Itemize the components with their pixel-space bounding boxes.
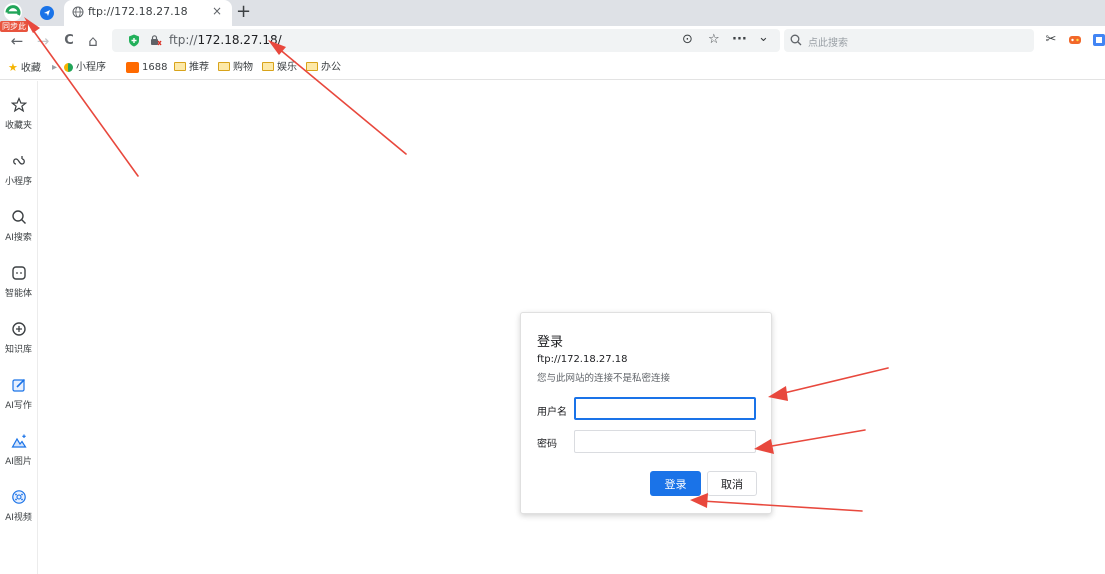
folder-icon xyxy=(262,61,274,71)
forward-button[interactable]: → xyxy=(34,32,52,50)
link-icon xyxy=(13,156,25,165)
bookmark-separator: ▸ xyxy=(52,62,58,73)
login-button[interactable]: 登录 xyxy=(650,471,701,496)
1688-icon xyxy=(126,61,139,73)
username-field[interactable] xyxy=(574,397,756,420)
tab-title: ftp://172.18.27.18 xyxy=(88,5,188,18)
tab-active[interactable]: ftp://172.18.27.18 × xyxy=(64,0,232,26)
folder-icon xyxy=(174,61,186,71)
tab-strip: 同步此 ftp://172.18.27.18 × + xyxy=(0,0,1105,32)
new-tab-button[interactable]: + xyxy=(236,2,251,22)
video-icon xyxy=(12,490,26,504)
game-extension-icon[interactable] xyxy=(1068,33,1082,47)
sidebar-item-label: AI搜索 xyxy=(5,233,32,243)
sidebar-item-label: 智能体 xyxy=(4,289,32,299)
sidebar-item-label: AI视频 xyxy=(5,513,32,523)
sidebar-item-knowledge[interactable]: 知识库 xyxy=(0,321,37,365)
sync-badge[interactable]: 同步此 xyxy=(0,21,28,32)
bookmark-star-icon[interactable]: ☆ xyxy=(708,32,720,48)
sidebar-item-favorites[interactable]: 收藏夹 xyxy=(0,97,37,141)
write-icon xyxy=(12,378,26,392)
search-placeholder: 点此搜索 xyxy=(808,38,848,49)
insecure-lock-icon[interactable] xyxy=(150,35,162,46)
sidebar-item-label: 收藏夹 xyxy=(4,121,32,131)
password-label: 密码 xyxy=(537,439,557,450)
chevron-down-icon[interactable]: ⌄ xyxy=(758,30,769,46)
address-bar[interactable]: ftp://172.18.27.18/ ⊙ ☆ ··· ⌄ xyxy=(112,29,780,52)
star-icon xyxy=(11,97,27,113)
bookmark-1688[interactable]: 1688 xyxy=(126,60,167,76)
bookmark-folder-office[interactable]: 办公 xyxy=(306,60,341,76)
sidebar-item-label: AI写作 xyxy=(5,401,32,411)
cancel-button[interactable]: 取消 xyxy=(707,471,757,496)
sidebar-item-label: AI图片 xyxy=(5,457,32,467)
sidebar-item-agent[interactable]: 智能体 xyxy=(0,265,37,309)
browser-logo-icon[interactable] xyxy=(3,2,23,22)
more-icon[interactable]: ··· xyxy=(732,32,747,48)
dialog-title: 登录 xyxy=(537,335,564,350)
pinned-tab-icon[interactable] xyxy=(40,6,54,20)
bookmark-folder-recommend[interactable]: 推荐 xyxy=(174,60,209,76)
reader-icon[interactable]: ⊙ xyxy=(682,32,693,48)
search-icon xyxy=(790,34,802,46)
search-box[interactable]: 点此搜索 xyxy=(784,29,1034,52)
shield-icon[interactable] xyxy=(128,34,140,47)
home-button[interactable]: ⌂ xyxy=(84,32,102,50)
sidebar-item-ai-video[interactable]: AI视频 xyxy=(0,489,37,533)
reload-button[interactable]: C xyxy=(60,32,78,50)
extension-icon[interactable] xyxy=(1092,33,1105,47)
folder-icon xyxy=(218,61,230,71)
toolbar: ← → C ⌂ ftp://172.18.27.18/ ⊙ ☆ ··· ⌄ 点此… xyxy=(0,26,1105,56)
sidebar-item-ai-write[interactable]: AI写作 xyxy=(0,377,37,421)
knowledge-icon xyxy=(12,322,26,336)
sidebar: 收藏夹 小程序 AI搜索 智能体 知识库 AI写作 AI图片 AI视频 xyxy=(0,81,38,574)
star-icon: ★ xyxy=(8,61,18,74)
globe-icon xyxy=(72,6,84,18)
password-field[interactable] xyxy=(574,430,756,453)
agent-icon xyxy=(12,266,26,280)
scissors-icon[interactable]: ✂ xyxy=(1044,33,1058,47)
bookmark-folder-entertainment[interactable]: 娱乐 xyxy=(262,60,297,76)
close-icon[interactable]: × xyxy=(212,4,222,18)
sidebar-item-ai-search[interactable]: AI搜索 xyxy=(0,209,37,253)
bookmarks-bar: ★ 收藏 ▸ 小程序 1688 推荐 购物 娱乐 办公 xyxy=(0,56,1105,80)
browser-window: 同步此 ftp://172.18.27.18 × + ← → C ⌂ ftp:/… xyxy=(0,0,1105,574)
search-icon xyxy=(12,210,26,224)
miniprogram-icon xyxy=(64,62,73,72)
url-host: 172.18.27.18/ xyxy=(197,33,282,47)
back-button[interactable]: ← xyxy=(8,32,26,50)
url-scheme: ftp:// xyxy=(169,33,198,47)
annotation-arrow-username xyxy=(768,367,889,401)
sidebar-item-miniprogram[interactable]: 小程序 xyxy=(0,153,37,197)
bookmark-miniprogram[interactable]: 小程序 xyxy=(64,60,106,76)
dialog-security-note: 您与此网站的连接不是私密连接 xyxy=(537,373,671,384)
sidebar-item-ai-image[interactable]: AI图片 xyxy=(0,433,37,477)
login-dialog: 登录 ftp://172.18.27.18 您与此网站的连接不是私密连接 用户名… xyxy=(520,312,772,514)
dialog-url: ftp://172.18.27.18 xyxy=(537,354,628,365)
sidebar-item-label: 知识库 xyxy=(4,345,32,355)
folder-icon xyxy=(306,61,318,71)
bookmark-folder-shopping[interactable]: 购物 xyxy=(218,60,253,76)
sidebar-item-label: 小程序 xyxy=(4,177,32,187)
url-text[interactable]: ftp://172.18.27.18/ xyxy=(169,33,282,47)
username-label: 用户名 xyxy=(537,407,567,418)
bookmark-favorites[interactable]: ★ 收藏 xyxy=(8,60,41,76)
image-icon xyxy=(11,434,27,448)
